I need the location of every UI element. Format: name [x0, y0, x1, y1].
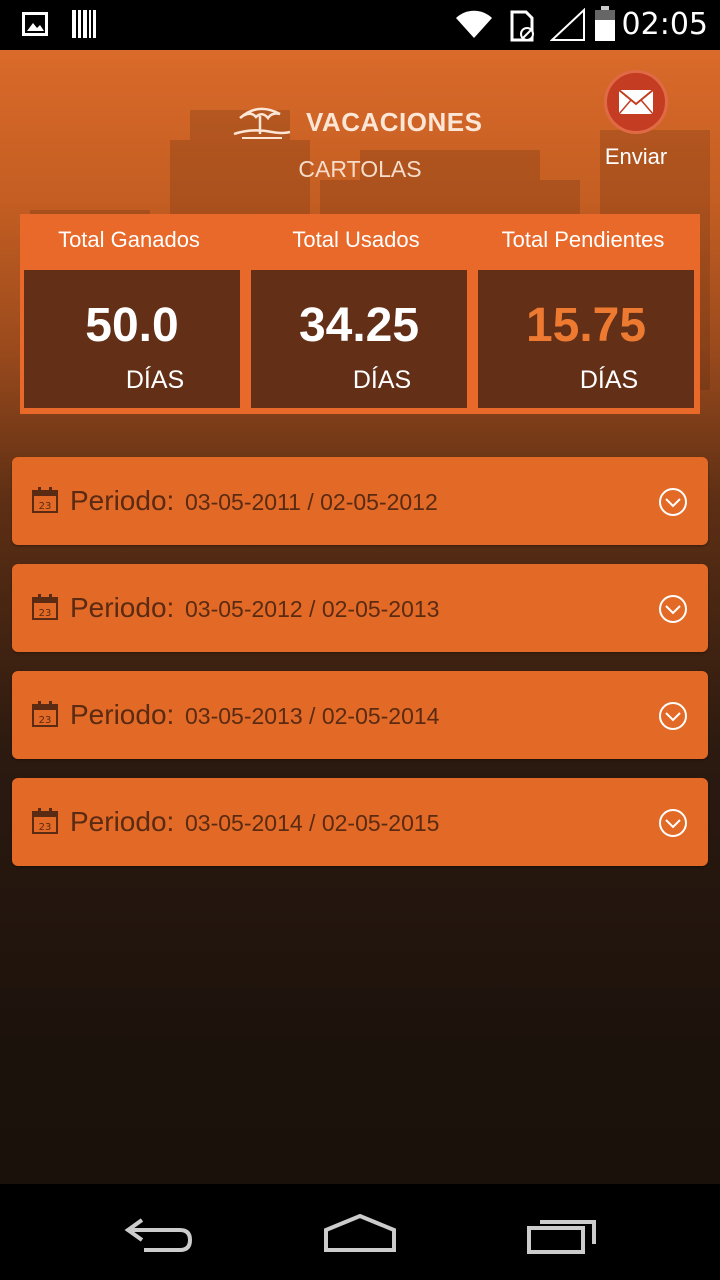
image-icon	[22, 12, 48, 36]
svg-text:23: 23	[39, 501, 52, 512]
summary-pending: Total Pendientes 15.75 DÍAS	[474, 214, 694, 414]
summary-unit: DÍAS	[579, 366, 639, 394]
sim-icon	[510, 10, 534, 42]
summary-used: Total Usados 34.25 DÍAS	[247, 214, 467, 414]
summary-value-box: 15.75 DÍAS	[478, 270, 694, 408]
status-bar: 02:05	[0, 0, 720, 50]
svg-text:23: 23	[39, 822, 52, 833]
battery-icon	[595, 6, 615, 41]
recent-apps-icon[interactable]	[526, 1216, 598, 1254]
period-label: Periodo:	[70, 806, 175, 837]
svg-text:23: 23	[39, 715, 52, 726]
calendar-icon: 23	[32, 808, 58, 834]
subtitle-text: CARTOLAS	[298, 156, 422, 182]
summary-label: Total Pendientes	[501, 227, 665, 252]
summary-value: 50.0	[85, 299, 179, 352]
signal-icon	[550, 8, 585, 41]
summary-value-box: 50.0 DÍAS	[24, 270, 240, 408]
send-icon-circle	[604, 70, 668, 134]
page-title: VACACIONES	[306, 106, 483, 137]
summary-unit: DÍAS	[125, 366, 185, 394]
summary-label: Total Ganados	[58, 227, 200, 252]
summary-value: 34.25	[298, 299, 420, 352]
period-label: Periodo:	[70, 699, 175, 730]
period-range: 03-05-2012 / 02-05-2013	[185, 596, 440, 622]
period-row[interactable]: 23 Periodo: 03-05-2011 / 02-05-2012	[12, 457, 708, 545]
chevron-down-icon[interactable]	[658, 487, 688, 517]
status-time: 02:05	[621, 7, 708, 42]
period-row[interactable]: 23 Periodo: 03-05-2014 / 02-05-2015	[12, 778, 708, 866]
envelope-icon	[618, 89, 654, 115]
period-row[interactable]: 23 Periodo: 03-05-2013 / 02-05-2014	[12, 671, 708, 759]
chevron-down-icon[interactable]	[658, 701, 688, 731]
home-icon[interactable]	[322, 1214, 398, 1254]
summary-label: Total Usados	[292, 227, 420, 252]
app-screen: VACACIONES CARTOLAS Enviar Total Ganados…	[0, 50, 720, 1184]
barcode-icon	[72, 10, 96, 38]
svg-text:23: 23	[39, 608, 52, 619]
back-icon[interactable]	[124, 1214, 196, 1254]
calendar-icon: 23	[32, 487, 58, 513]
period-row[interactable]: 23 Periodo: 03-05-2012 / 02-05-2013	[12, 564, 708, 652]
period-label: Periodo:	[70, 592, 175, 623]
calendar-icon: 23	[32, 701, 58, 727]
summary-value: 15.75	[525, 299, 647, 352]
summary-value-box: 34.25 DÍAS	[251, 270, 467, 408]
summary-panel: Total Ganados 50.0 DÍAS Total Usados 34.…	[20, 214, 700, 414]
period-range: 03-05-2011 / 02-05-2012	[185, 489, 438, 515]
title-row: VACACIONES	[232, 102, 482, 142]
navigation-bar	[0, 1184, 720, 1280]
period-range: 03-05-2014 / 02-05-2015	[185, 810, 440, 836]
wifi-icon	[456, 10, 492, 38]
calendar-icon: 23	[32, 594, 58, 620]
send-button[interactable]: Enviar	[596, 70, 676, 180]
period-range: 03-05-2013 / 02-05-2014	[185, 703, 440, 729]
summary-unit: DÍAS	[352, 366, 412, 394]
chevron-down-icon[interactable]	[658, 594, 688, 624]
chevron-down-icon[interactable]	[658, 808, 688, 838]
beach-umbrella-icon	[233, 107, 291, 139]
summary-earned: Total Ganados 50.0 DÍAS	[20, 214, 240, 414]
send-label: Enviar	[604, 144, 668, 169]
period-label: Periodo:	[70, 485, 175, 516]
